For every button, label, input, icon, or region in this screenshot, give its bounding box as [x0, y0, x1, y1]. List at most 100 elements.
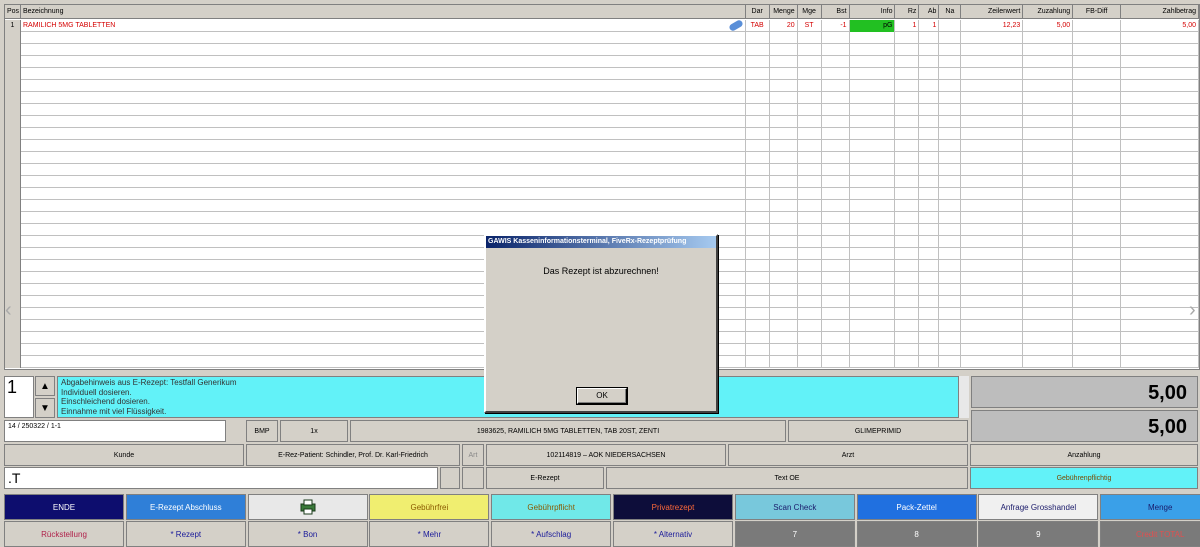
button-anfrage-grosshandel[interactable]: Anfrage Grosshandel [978, 494, 1099, 520]
cell-fbdiff [1073, 332, 1122, 344]
button-rezept[interactable]: * Rezept [125, 521, 246, 547]
cell-dar [746, 68, 770, 80]
table-row[interactable] [5, 176, 1199, 188]
quantity-field[interactable]: 1 [4, 376, 34, 418]
button-credit-total[interactable]: Credit TOTAL [1100, 521, 1200, 547]
deposit-button[interactable]: Anzahlung [970, 444, 1198, 466]
column-header-ab[interactable]: Ab [919, 5, 940, 19]
button-7[interactable]: 7 [734, 521, 855, 547]
table-row[interactable] [5, 152, 1199, 164]
table-row[interactable] [5, 32, 1199, 44]
button-gebührfrei[interactable]: Gebührfrei [369, 494, 490, 520]
table-row[interactable]: 1 RAMILICH 5MG TABLETTEN TAB 20 ST -1 pG 1 1 12,2… [5, 20, 1199, 32]
cell-zuzahlung [1023, 92, 1074, 104]
cell-info [850, 236, 896, 248]
cell-dar [746, 32, 770, 44]
cell-zahlbetrag [1121, 104, 1199, 116]
cell-zahlbetrag [1121, 272, 1199, 284]
column-header-bez[interactable]: Bezeichnung [21, 5, 746, 19]
column-header-dar[interactable]: Dar [746, 5, 770, 19]
cell-ab [919, 224, 940, 236]
cell-zahlbetrag [1121, 164, 1199, 176]
dialog-ok-button[interactable]: OK [576, 387, 628, 405]
column-header-menge[interactable]: Menge [770, 5, 798, 19]
doctor-button[interactable]: Arzt [728, 444, 968, 466]
cell-zuzahlung [1023, 140, 1074, 152]
quantity-up-icon[interactable]: ▲ [35, 376, 55, 396]
cell-zahlbetrag [1121, 140, 1199, 152]
column-header-mge[interactable]: Mge [798, 5, 822, 19]
quantity-down-icon[interactable]: ▼ [35, 398, 55, 418]
column-header-na[interactable]: Na [939, 5, 962, 19]
table-row[interactable] [5, 92, 1199, 104]
table-row[interactable] [5, 116, 1199, 128]
cell-zeilenwert [961, 296, 1024, 308]
table-row[interactable] [5, 140, 1199, 152]
button-rückstellung[interactable]: Rückstellung [4, 521, 124, 547]
cell-zuzahlung [1023, 176, 1074, 188]
button-gebührpflicht[interactable]: Gebührpflicht [491, 494, 612, 520]
cell-fbdiff [1073, 20, 1122, 32]
column-header-bst[interactable]: Bst [822, 5, 850, 19]
print-button[interactable] [247, 494, 368, 520]
cell-bst [822, 236, 850, 248]
cell-dar: TAB [746, 20, 770, 32]
column-header-zuzahlung[interactable]: Zuzahlung [1023, 5, 1074, 19]
button-aufschlag[interactable]: * Aufschlag [491, 521, 612, 547]
table-row[interactable] [5, 56, 1199, 68]
button-9[interactable]: 9 [978, 521, 1099, 547]
command-input[interactable]: .T [4, 467, 438, 489]
cell-menge [770, 176, 798, 188]
cell-zuzahlung [1023, 164, 1074, 176]
button-scan-check[interactable]: Scan Check [734, 494, 855, 520]
table-row[interactable] [5, 164, 1199, 176]
column-header-rz[interactable]: Rz [895, 5, 920, 19]
customer-button[interactable]: Kunde [4, 444, 244, 466]
cell-zeilenwert [961, 176, 1024, 188]
table-row[interactable] [5, 44, 1199, 56]
column-header-fbdiff[interactable]: FB-Diff [1073, 5, 1122, 19]
column-header-info[interactable]: Info [850, 5, 896, 19]
table-row[interactable] [5, 188, 1199, 200]
column-header-zeilenwert[interactable]: Zeilenwert [961, 5, 1024, 19]
scroll-right-arrow-icon[interactable]: › [1189, 295, 1199, 325]
table-row[interactable] [5, 68, 1199, 80]
hint-scrollbar[interactable] [958, 376, 969, 418]
cell-na [939, 332, 962, 344]
cell-menge [770, 356, 798, 368]
table-row[interactable] [5, 104, 1199, 116]
cell-mge [798, 260, 822, 272]
button-alternativ[interactable]: * Alternativ [613, 521, 733, 547]
table-row[interactable] [5, 200, 1199, 212]
cell-bst [822, 140, 850, 152]
button-8[interactable]: 8 [856, 521, 977, 547]
scroll-left-arrow-icon[interactable]: ‹ [5, 295, 15, 325]
column-header-zahlbetrag[interactable]: Zahlbetrag [1121, 5, 1199, 19]
button-menge[interactable]: Menge [1100, 494, 1200, 520]
cell-ab [919, 272, 940, 284]
column-header-pos[interactable]: Pos [5, 5, 21, 19]
cell-fbdiff [1073, 260, 1122, 272]
button-privatrezept[interactable]: Privatrezept [613, 494, 733, 520]
bmp-label[interactable]: BMP [246, 420, 278, 442]
button-ende[interactable]: ENDE [4, 494, 124, 520]
cell-rz [895, 224, 920, 236]
table-row[interactable] [5, 80, 1199, 92]
cell-zahlbetrag [1121, 188, 1199, 200]
button-mehr[interactable]: * Mehr [369, 521, 490, 547]
cell-zeilenwert [961, 56, 1024, 68]
erezept-label[interactable]: E-Rezept [486, 467, 604, 489]
cell-ab [919, 44, 940, 56]
cell-mge [798, 176, 822, 188]
cell-rz [895, 308, 920, 320]
cell-fbdiff [1073, 248, 1122, 260]
cell-ab [919, 212, 940, 224]
table-row[interactable] [5, 128, 1199, 140]
cell-zahlbetrag [1121, 236, 1199, 248]
button-pack-zettel[interactable]: Pack-Zettel [856, 494, 977, 520]
cell-mge [798, 116, 822, 128]
table-row[interactable] [5, 212, 1199, 224]
button-e-rezept-abschluss[interactable]: E-Rezept Abschluss [125, 494, 246, 520]
cell-info [850, 68, 896, 80]
button-bon[interactable]: * Bon [247, 521, 368, 547]
